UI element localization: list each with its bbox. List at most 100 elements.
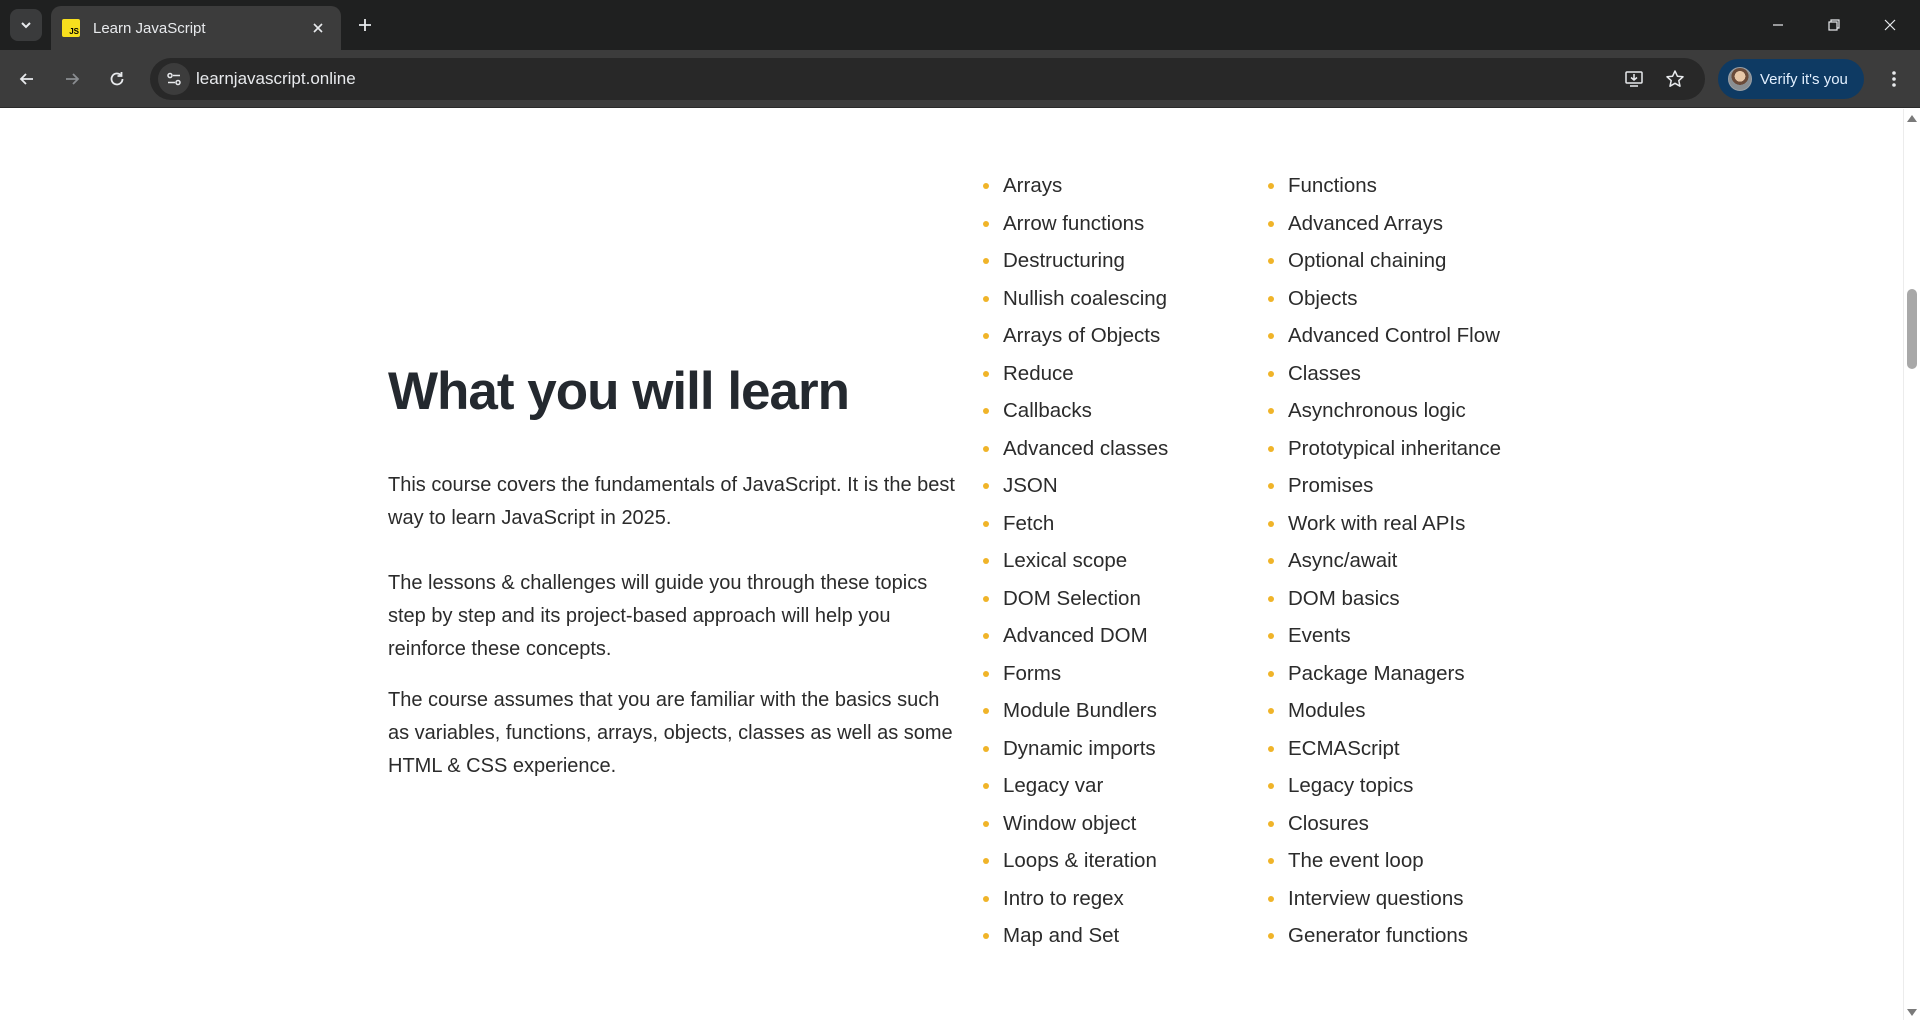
topic-item: Arrays — [983, 167, 1168, 205]
topic-item: Dynamic imports — [983, 730, 1168, 768]
chevron-down-icon — [21, 22, 31, 29]
bullet-icon — [1268, 933, 1274, 939]
bullet-icon — [983, 708, 989, 714]
bullet-icon — [983, 783, 989, 789]
bullet-icon — [983, 183, 989, 189]
active-tab[interactable]: JS Learn JavaScript — [51, 6, 341, 50]
bullet-icon — [983, 895, 989, 902]
bullet-icon — [1268, 670, 1274, 677]
bullet-icon — [1268, 558, 1274, 564]
forward-button[interactable] — [54, 61, 90, 97]
scroll-up-arrow-icon[interactable] — [1907, 115, 1917, 122]
topic-item: Map and Set — [983, 917, 1168, 955]
topic-item: Lexical scope — [983, 542, 1168, 580]
bookmark-button[interactable] — [1659, 63, 1691, 95]
topics-list-right: Functions Advanced Arrays Optional chainin… — [1268, 167, 1501, 955]
topic-label: Window object — [1003, 811, 1137, 835]
topic-item: Fetch — [983, 505, 1168, 543]
topic-label: Callbacks — [1003, 399, 1092, 422]
topic-item: Objects — [1268, 280, 1501, 318]
star-icon — [1666, 70, 1684, 87]
close-window-button[interactable] — [1862, 0, 1918, 50]
bullet-icon — [1268, 595, 1274, 602]
topic-label: Interview questions — [1288, 886, 1464, 910]
topic-item: Loops & iteration — [983, 842, 1168, 880]
topic-item: Modules — [1268, 692, 1501, 730]
topic-label: ECMAScript — [1288, 736, 1400, 760]
topic-item: The event loop — [1268, 842, 1501, 880]
profile-button[interactable]: Verify it's you — [1718, 59, 1864, 99]
back-icon — [19, 73, 33, 85]
topic-label: Optional chaining — [1288, 249, 1447, 272]
tab-search-button[interactable] — [10, 9, 42, 41]
bullet-icon — [1268, 295, 1274, 302]
topic-label: Legacy topics — [1288, 774, 1414, 797]
topic-label: Generator functions — [1288, 924, 1469, 947]
topic-item: Nullish coalescing — [983, 280, 1168, 318]
site-info-icon — [167, 72, 181, 86]
topic-item: Destructuring — [983, 242, 1168, 280]
topic-item: Async/await — [1268, 542, 1501, 580]
topic-label: Modules — [1288, 699, 1366, 722]
bullet-icon — [983, 483, 989, 489]
topic-item: Promises — [1268, 467, 1501, 505]
topic-label: Loops & iteration — [1003, 849, 1157, 872]
more-menu-button[interactable] — [1876, 61, 1912, 97]
reload-button[interactable] — [99, 61, 135, 97]
topic-label: Lexical scope — [1003, 549, 1128, 572]
bullet-icon — [1268, 408, 1274, 414]
bullet-icon — [983, 258, 989, 264]
topic-item: Classes — [1268, 355, 1501, 393]
topic-label: Work with real APIs — [1288, 511, 1466, 535]
topic-label: Fetch — [1003, 511, 1055, 535]
scroll-down-arrow-icon[interactable] — [1907, 1009, 1917, 1016]
topic-label: Classes — [1288, 361, 1361, 385]
topic-item: Work with real APIs — [1268, 505, 1501, 543]
vertical-scrollbar[interactable] — [1903, 109, 1920, 1020]
site-info-button[interactable] — [158, 63, 190, 95]
topic-item: Advanced DOM — [983, 617, 1168, 655]
topic-item: Prototypical inheritance — [1268, 430, 1501, 468]
topic-label: Prototypical inheritance — [1288, 436, 1502, 460]
tab-strip: JS Learn JavaScript — [0, 0, 1920, 50]
topic-label: Reduce — [1003, 361, 1074, 385]
topic-item: DOM Selection — [983, 580, 1168, 618]
bullet-icon — [1268, 483, 1274, 489]
tab-close-button[interactable] — [307, 17, 329, 39]
topic-label: DOM basics — [1288, 586, 1400, 610]
topic-item: Forms — [983, 655, 1168, 693]
topic-label: Module Bundlers — [1003, 699, 1157, 722]
topic-item: Functions — [1268, 167, 1501, 205]
topic-item: Intro to regex — [983, 880, 1168, 918]
page-viewport: What you will learn This course covers t… — [0, 109, 1903, 1020]
topic-item: ECMAScript — [1268, 730, 1501, 768]
bullet-icon — [983, 295, 989, 302]
bullet-icon — [983, 595, 989, 602]
bullet-icon — [1268, 183, 1274, 189]
address-bar[interactable]: learnjavascript.online — [150, 58, 1705, 100]
topic-label: Advanced Arrays — [1288, 211, 1443, 235]
restore-button[interactable] — [1806, 0, 1862, 50]
topic-label: Dynamic imports — [1003, 736, 1156, 760]
topic-label: Functions — [1288, 174, 1377, 197]
bullet-icon — [983, 820, 989, 827]
topic-item: Arrays of Objects — [983, 317, 1168, 355]
bullet-icon — [1268, 220, 1274, 227]
lessons-paragraph: The lessons & challenges will guide you … — [388, 572, 928, 660]
topic-item: Asynchronous logic — [1268, 392, 1501, 430]
bullet-icon — [983, 670, 989, 677]
new-tab-button[interactable] — [351, 11, 379, 39]
topic-item: Legacy topics — [1268, 767, 1501, 805]
tab-title: Learn JavaScript — [93, 19, 206, 37]
bullet-icon — [1268, 708, 1274, 714]
bullet-icon — [983, 858, 989, 864]
install-app-button[interactable] — [1618, 63, 1650, 95]
bullet-icon — [1268, 858, 1274, 864]
back-button[interactable] — [9, 61, 45, 97]
bullet-icon — [1268, 520, 1274, 527]
bullet-icon — [983, 220, 989, 227]
minimize-button[interactable] — [1750, 0, 1806, 50]
url-text[interactable]: learnjavascript.online — [196, 58, 356, 100]
prerequisites-paragraph: The course assumes that you are familiar… — [388, 689, 953, 777]
scroll-thumb[interactable] — [1907, 289, 1917, 369]
